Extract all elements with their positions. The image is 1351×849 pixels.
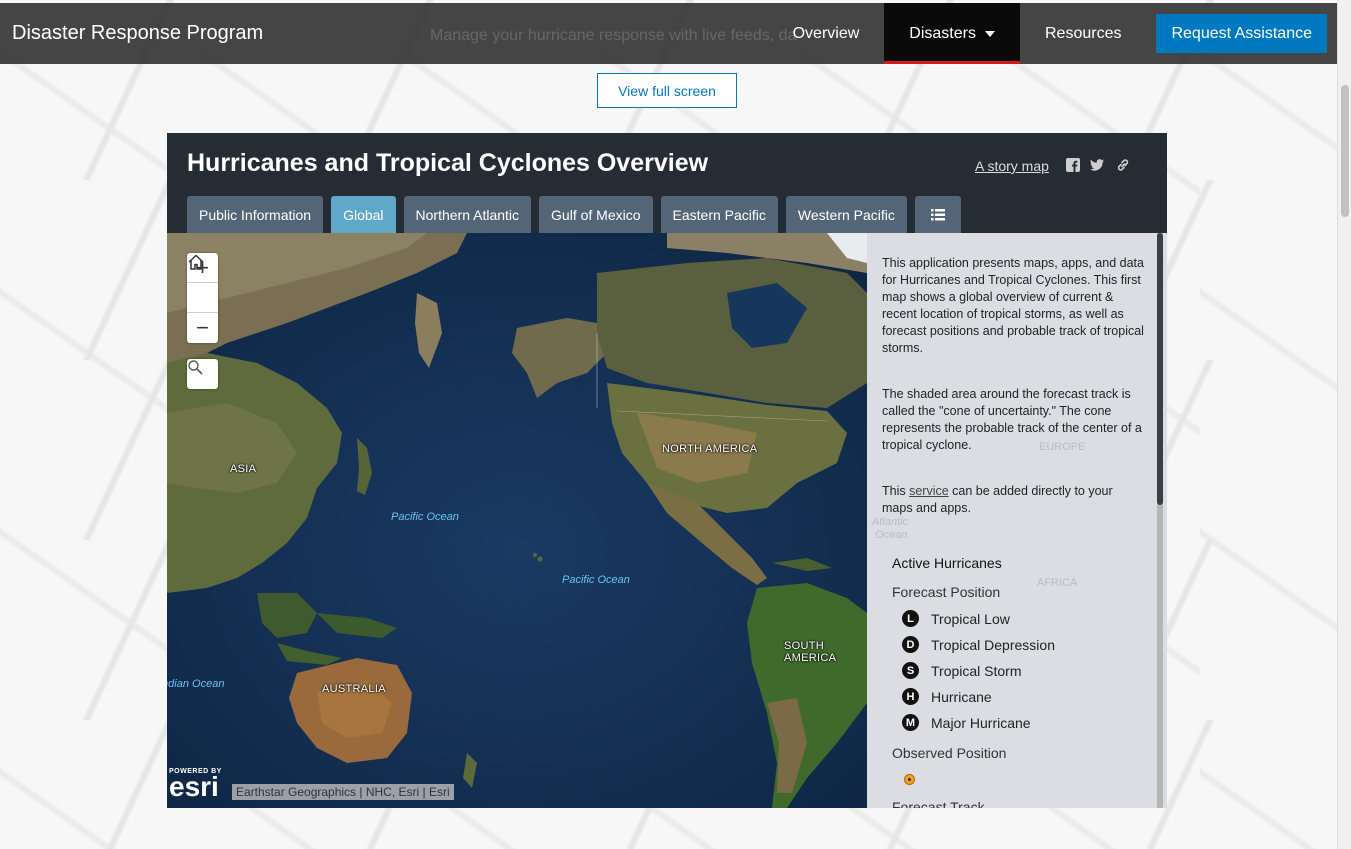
legend-observed-position: Observed Position bbox=[892, 745, 1007, 761]
tropical-storm-icon: S bbox=[902, 662, 919, 679]
top-navbar: Manage your hurricane response with live… bbox=[0, 3, 1337, 64]
map-search-button[interactable] bbox=[187, 359, 218, 389]
legend-heading: Active Hurricanes bbox=[892, 555, 1002, 571]
home-button[interactable] bbox=[187, 254, 218, 313]
map-label-south-america: SOUTH AMERICA bbox=[784, 640, 837, 664]
map-label-pacific-ocean: Pacific Ocean bbox=[391, 511, 459, 523]
hurricane-icon: H bbox=[902, 688, 919, 705]
legend-item-label: Major Hurricane bbox=[931, 714, 1031, 731]
tab-western-pacific[interactable]: Western Pacific bbox=[785, 196, 907, 233]
legend-forecast-track: Forecast Track bbox=[892, 799, 985, 808]
legend-item-hurricane: H Hurricane bbox=[902, 688, 992, 705]
story-map: Hurricanes and Tropical Cyclones Overvie… bbox=[167, 133, 1167, 808]
list-icon bbox=[930, 208, 945, 220]
tab-global[interactable]: Global bbox=[331, 196, 396, 233]
brand-title[interactable]: Disaster Response Program bbox=[12, 22, 263, 45]
nav-item-resources[interactable]: Resources bbox=[1020, 3, 1146, 64]
nav-item-disasters[interactable]: Disasters bbox=[884, 3, 1020, 64]
link-icon[interactable] bbox=[1115, 157, 1131, 173]
ghost-label-ocean: Ocean bbox=[875, 529, 908, 541]
legend-item-label: Hurricane bbox=[931, 688, 992, 705]
legend-item-label: Tropical Storm bbox=[931, 662, 1022, 679]
esri-logo[interactable]: POWERED BY esri bbox=[169, 768, 222, 802]
story-map-link[interactable]: A story map bbox=[975, 158, 1049, 174]
service-link[interactable]: service bbox=[909, 484, 949, 498]
twitter-icon[interactable] bbox=[1089, 157, 1105, 173]
map-label-australia: AUSTRALIA bbox=[322, 683, 386, 695]
map-label-pacific-ocean: Pacific Ocean bbox=[562, 574, 630, 586]
map-attribution: Earthstar Geographics | NHC, Esri | Esri bbox=[232, 784, 454, 800]
legend-item-tropical-depression: D Tropical Depression bbox=[902, 636, 1055, 653]
tropical-depression-icon: D bbox=[902, 636, 919, 653]
story-tabs: Public Information Global Northern Atlan… bbox=[187, 196, 961, 233]
legend-forecast-position: Forecast Position bbox=[892, 584, 1001, 600]
major-hurricane-icon: M bbox=[902, 714, 919, 731]
tropical-low-icon: L bbox=[902, 610, 919, 627]
panel-cone-text: The shaded area around the forecast trac… bbox=[882, 387, 1142, 452]
panel-scrollbar-thumb[interactable] bbox=[1157, 233, 1163, 505]
legend-item-label: Tropical Low bbox=[931, 610, 1010, 627]
tab-public-information[interactable]: Public Information bbox=[187, 196, 324, 233]
map-view[interactable]: + − ASIA NORTH AMERICA SOUTH AMERICA AUS… bbox=[167, 233, 867, 808]
esri-wordmark: esri bbox=[169, 771, 219, 802]
legend-item-major-hurricane: M Major Hurricane bbox=[902, 714, 1031, 731]
map-label-north-america: NORTH AMERICA bbox=[662, 443, 758, 455]
facebook-icon[interactable] bbox=[1065, 157, 1081, 173]
legend-item-tropical-low: L Tropical Low bbox=[902, 610, 1010, 627]
hero-subtitle: Manage your hurricane response with live… bbox=[430, 27, 797, 44]
tab-northern-atlantic[interactable]: Northern Atlantic bbox=[403, 196, 532, 233]
service-text-prefix: This bbox=[882, 484, 910, 498]
request-assistance-button[interactable]: Request Assistance bbox=[1156, 14, 1327, 53]
panel-service-text: This service can be added directly to yo… bbox=[882, 483, 1144, 517]
story-side-panel[interactable]: EUROPE Atlantic Ocean AFRICA This applic… bbox=[867, 233, 1167, 808]
legend-item-label: Tropical Depression bbox=[931, 636, 1055, 653]
tab-list-menu[interactable] bbox=[914, 196, 961, 233]
zoom-controls: + − bbox=[187, 253, 218, 343]
nav-item-disasters-label: Disasters bbox=[909, 24, 976, 42]
observed-position-icon bbox=[904, 774, 915, 785]
panel-intro-text: This application presents maps, apps, an… bbox=[882, 256, 1144, 355]
story-title: Hurricanes and Tropical Cyclones Overvie… bbox=[187, 149, 709, 177]
page-scrollbar-thumb[interactable] bbox=[1341, 85, 1349, 217]
satellite-basemap bbox=[167, 233, 867, 808]
legend-item-tropical-storm: S Tropical Storm bbox=[902, 662, 1022, 679]
zoom-out-button[interactable]: − bbox=[187, 313, 218, 343]
ghost-label-africa: AFRICA bbox=[1037, 577, 1078, 589]
search-icon bbox=[188, 360, 203, 375]
caret-down-icon bbox=[984, 30, 995, 37]
home-icon bbox=[188, 254, 204, 270]
page-scrollbar[interactable] bbox=[1337, 0, 1351, 849]
map-label-indian-ocean: Indian Ocean bbox=[167, 678, 225, 690]
map-label-asia: ASIA bbox=[230, 463, 257, 475]
ghost-label-atlantic: Atlantic bbox=[872, 516, 909, 528]
tab-eastern-pacific[interactable]: Eastern Pacific bbox=[660, 196, 778, 233]
view-full-screen-button[interactable]: View full screen bbox=[597, 73, 737, 108]
tab-gulf-of-mexico[interactable]: Gulf of Mexico bbox=[539, 196, 653, 233]
